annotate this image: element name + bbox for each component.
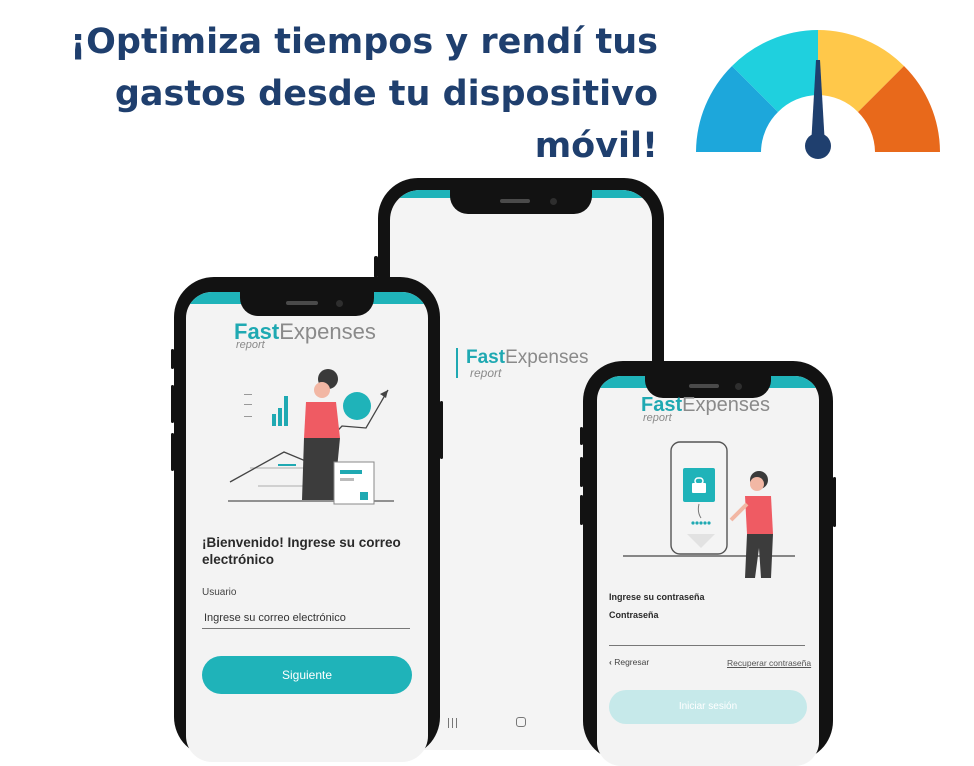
welcome-title: ¡Bienvenido! Ingrese su correo electróni… [202,535,401,567]
email-input[interactable]: Ingrese su correo electrónico [204,612,346,624]
email-input-underline [202,628,410,629]
recent-apps-icon[interactable] [448,718,458,728]
password-phone: FastExpenses report Ingrese su contraseñ… [580,361,836,766]
headline: ¡Optimiza tiempos y rendí tus gastos des… [18,16,658,172]
usuario-label: Usuario [202,587,237,598]
password-screen: FastExpenses report Ingrese su contraseñ… [597,376,819,766]
password-input-underline [609,645,805,646]
password-input[interactable] [609,626,805,644]
security-illustration [623,441,795,578]
splash-divider [456,348,458,378]
login-phone: FastExpenses report ¡Bienvenido! Ingrese… [171,277,443,762]
login-button[interactable]: Iniciar sesión [609,690,807,724]
splash-logo: FastExpenses report [466,347,589,380]
login-logo: FastExpenses report [234,319,376,351]
recover-password-link[interactable]: Recuperar contraseña [727,658,811,668]
chevron-left-icon: ‹ [609,657,612,667]
finance-illustration [228,369,394,505]
next-button[interactable]: Siguiente [202,656,412,694]
speedometer-gauge-icon [696,30,940,159]
back-link[interactable]: ‹ Regresar [609,657,649,667]
password-label: Contraseña [609,610,659,620]
headline-line-3: móvil! [534,126,658,166]
password-heading: Ingrese su contraseña [609,592,705,602]
headline-line-1: ¡Optimiza tiempos y rendí tus [70,22,658,62]
login-screen: FastExpenses report ¡Bienvenido! Ingrese… [186,292,428,762]
password-logo: FastExpenses report [641,394,770,424]
headline-line-2: gastos desde tu dispositivo [114,74,658,114]
home-icon[interactable] [516,717,526,727]
